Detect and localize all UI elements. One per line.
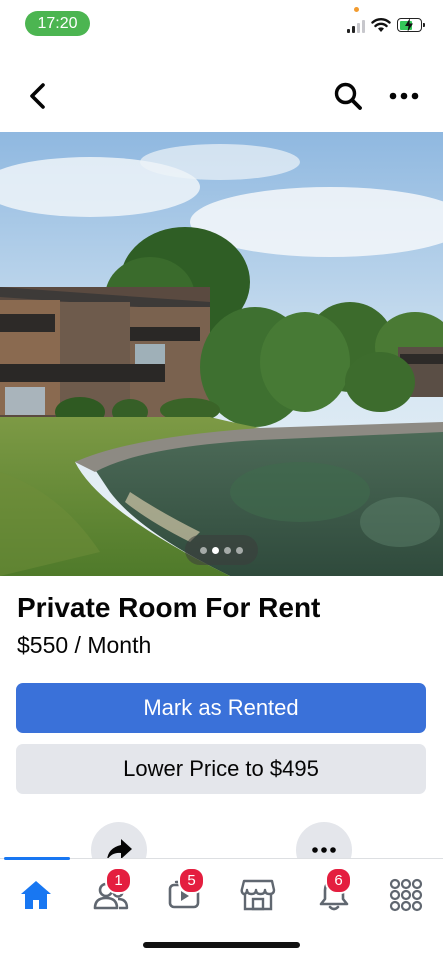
marketplace-icon xyxy=(240,879,276,911)
tab-menu[interactable] xyxy=(381,867,431,923)
carousel-dot xyxy=(224,546,231,554)
photo-carousel-indicator[interactable] xyxy=(185,535,258,565)
lower-price-button[interactable]: Lower Price to $495 xyxy=(16,744,426,794)
status-bar: 17:20 xyxy=(0,0,443,46)
status-time: 17:20 xyxy=(25,11,90,36)
back-button[interactable] xyxy=(18,76,58,116)
home-indicator[interactable] xyxy=(143,942,300,948)
friends-badge: 1 xyxy=(105,867,132,894)
carousel-dot-active xyxy=(212,546,219,554)
search-icon xyxy=(334,82,362,110)
tab-marketplace[interactable] xyxy=(233,867,283,923)
cellular-signal-icon xyxy=(347,19,367,33)
more-options-button[interactable] xyxy=(384,76,424,116)
wifi-icon xyxy=(371,18,391,32)
chevron-left-icon xyxy=(30,83,45,109)
listing-photo-image xyxy=(0,132,443,576)
listing-photo[interactable] xyxy=(0,132,443,576)
tab-home[interactable] xyxy=(11,867,61,923)
listing-title: Private Room For Rent xyxy=(17,592,321,623)
listing-price: $550 / Month xyxy=(17,632,152,658)
more-horizontal-icon xyxy=(312,847,336,853)
more-horizontal-icon xyxy=(389,92,419,100)
search-button[interactable] xyxy=(328,76,368,116)
privacy-indicator-dot xyxy=(354,7,359,12)
watch-badge: 5 xyxy=(178,867,205,894)
carousel-dot xyxy=(200,546,207,554)
mark-as-rented-button[interactable]: Mark as Rented xyxy=(16,683,426,733)
grid-menu-icon xyxy=(389,878,423,912)
battery-icon xyxy=(397,18,425,32)
active-tab-indicator xyxy=(4,857,70,860)
home-icon xyxy=(21,881,51,909)
carousel-dot xyxy=(236,546,243,554)
header-bar xyxy=(0,60,443,132)
notifications-badge: 6 xyxy=(325,867,352,894)
